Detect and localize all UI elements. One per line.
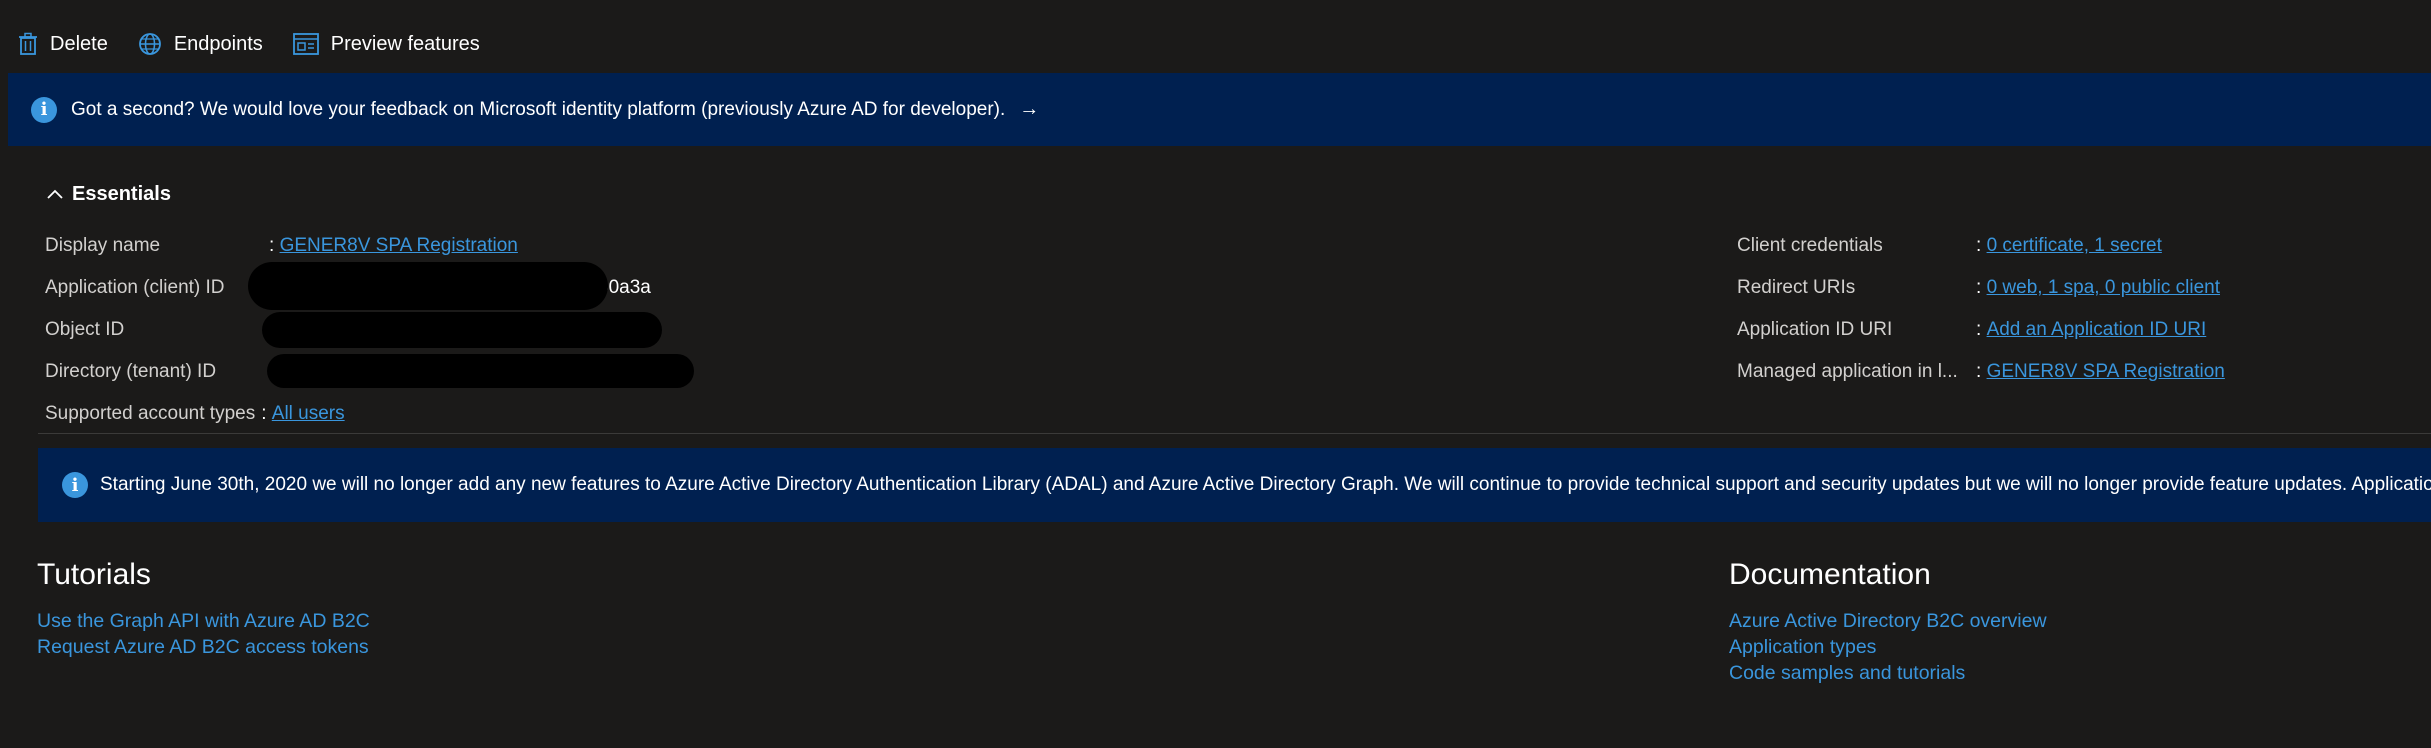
documentation-title: Documentation — [1729, 558, 1931, 591]
globe-icon — [138, 32, 162, 56]
separator-colon: : — [269, 235, 280, 256]
trash-icon — [18, 32, 38, 56]
essentials-title: Essentials — [72, 183, 171, 205]
credentials-row: Client credentials — [1737, 231, 1883, 261]
display-name-row: Display name — [45, 231, 160, 261]
delete-label: Delete — [50, 32, 108, 55]
managed-app-value-cell: : GENER8V SPA Registration — [1976, 357, 2225, 387]
preview-features-label: Preview features — [330, 32, 480, 55]
object-id-label: Object ID — [45, 319, 125, 340]
tenant-id-label: Directory (tenant) ID — [45, 361, 217, 382]
separator-colon: : — [261, 403, 272, 424]
credentials-link[interactable]: 0 certificate, 1 secret — [1987, 235, 2162, 257]
display-name-value-cell: : GENER8V SPA Registration — [269, 231, 518, 261]
client-id-label: Application (client) ID — [45, 277, 225, 298]
credentials-value-cell: : 0 certificate, 1 secret — [1976, 231, 2162, 261]
command-bar: Delete Endpoints Preview features — [18, 26, 480, 62]
documentation-link[interactable]: Azure Active Directory B2C overview — [1729, 610, 2047, 633]
documentation-link[interactable]: Code samples and tutorials — [1729, 662, 1965, 685]
endpoints-label: Endpoints — [173, 32, 263, 55]
object-id-row: Object ID — [45, 315, 124, 345]
app-id-uri-label: Application ID URI — [1737, 319, 1893, 340]
account-types-row: Supported account types : All users — [45, 399, 345, 429]
tutorial-link[interactable]: Use the Graph API with Azure AD B2C — [37, 610, 370, 633]
managed-app-row: Managed application in l... — [1737, 357, 1958, 387]
tenant-id-redaction — [267, 354, 694, 388]
display-name-link[interactable]: GENER8V SPA Registration — [280, 235, 518, 257]
account-types-link[interactable]: All users — [272, 403, 345, 425]
info-icon: i — [31, 96, 57, 123]
arrow-right-icon[interactable]: → — [1019, 98, 1039, 121]
adal-banner-text: Starting June 30th, 2020 we will no long… — [100, 474, 2431, 495]
documentation-link[interactable]: Application types — [1729, 636, 1876, 659]
app-id-uri-value-cell: : Add an Application ID URI — [1976, 315, 2206, 345]
preview-features-button[interactable]: Preview features — [292, 32, 480, 56]
app-id-uri-row: Application ID URI — [1737, 315, 1892, 345]
client-id-redaction — [248, 262, 608, 310]
redirect-value-cell: : 0 web, 1 spa, 0 public client — [1976, 273, 2220, 303]
adal-deprecation-banner: i Starting June 30th, 2020 we will no lo… — [38, 448, 2431, 522]
client-id-row: Application (client) ID — [45, 273, 225, 303]
credentials-label: Client credentials — [1737, 235, 1883, 256]
tutorial-link[interactable]: Request Azure AD B2C access tokens — [37, 636, 369, 659]
feedback-banner-text: Got a second? We would love your feedbac… — [71, 98, 1006, 120]
chevron-up-icon — [46, 183, 64, 206]
app-id-uri-link[interactable]: Add an Application ID URI — [1987, 319, 2207, 341]
redirect-row: Redirect URIs — [1737, 273, 1855, 303]
preview-features-icon — [292, 33, 319, 55]
display-name-label: Display name — [45, 235, 161, 256]
essentials-toggle[interactable]: Essentials — [46, 183, 171, 206]
separator-colon: : — [1976, 361, 1987, 382]
endpoints-button[interactable]: Endpoints — [138, 32, 263, 56]
separator-colon: : — [1976, 319, 1987, 340]
essentials-divider — [38, 433, 2431, 434]
managed-app-link[interactable]: GENER8V SPA Registration — [1987, 361, 2225, 383]
redirect-label: Redirect URIs — [1737, 277, 1856, 298]
tenant-id-row: Directory (tenant) ID — [45, 357, 216, 387]
object-id-redaction — [262, 312, 662, 348]
tutorials-title: Tutorials — [37, 558, 151, 591]
feedback-banner[interactable]: i Got a second? We would love your feedb… — [8, 73, 2431, 146]
separator-colon: : — [1976, 277, 1987, 298]
info-icon: i — [62, 472, 88, 498]
managed-app-label: Managed application in l... — [1737, 361, 1958, 382]
delete-button[interactable]: Delete — [18, 32, 108, 56]
redirect-link[interactable]: 0 web, 1 spa, 0 public client — [1987, 277, 2220, 299]
account-types-label: Supported account types — [45, 403, 256, 424]
separator-colon: : — [1976, 235, 1987, 256]
